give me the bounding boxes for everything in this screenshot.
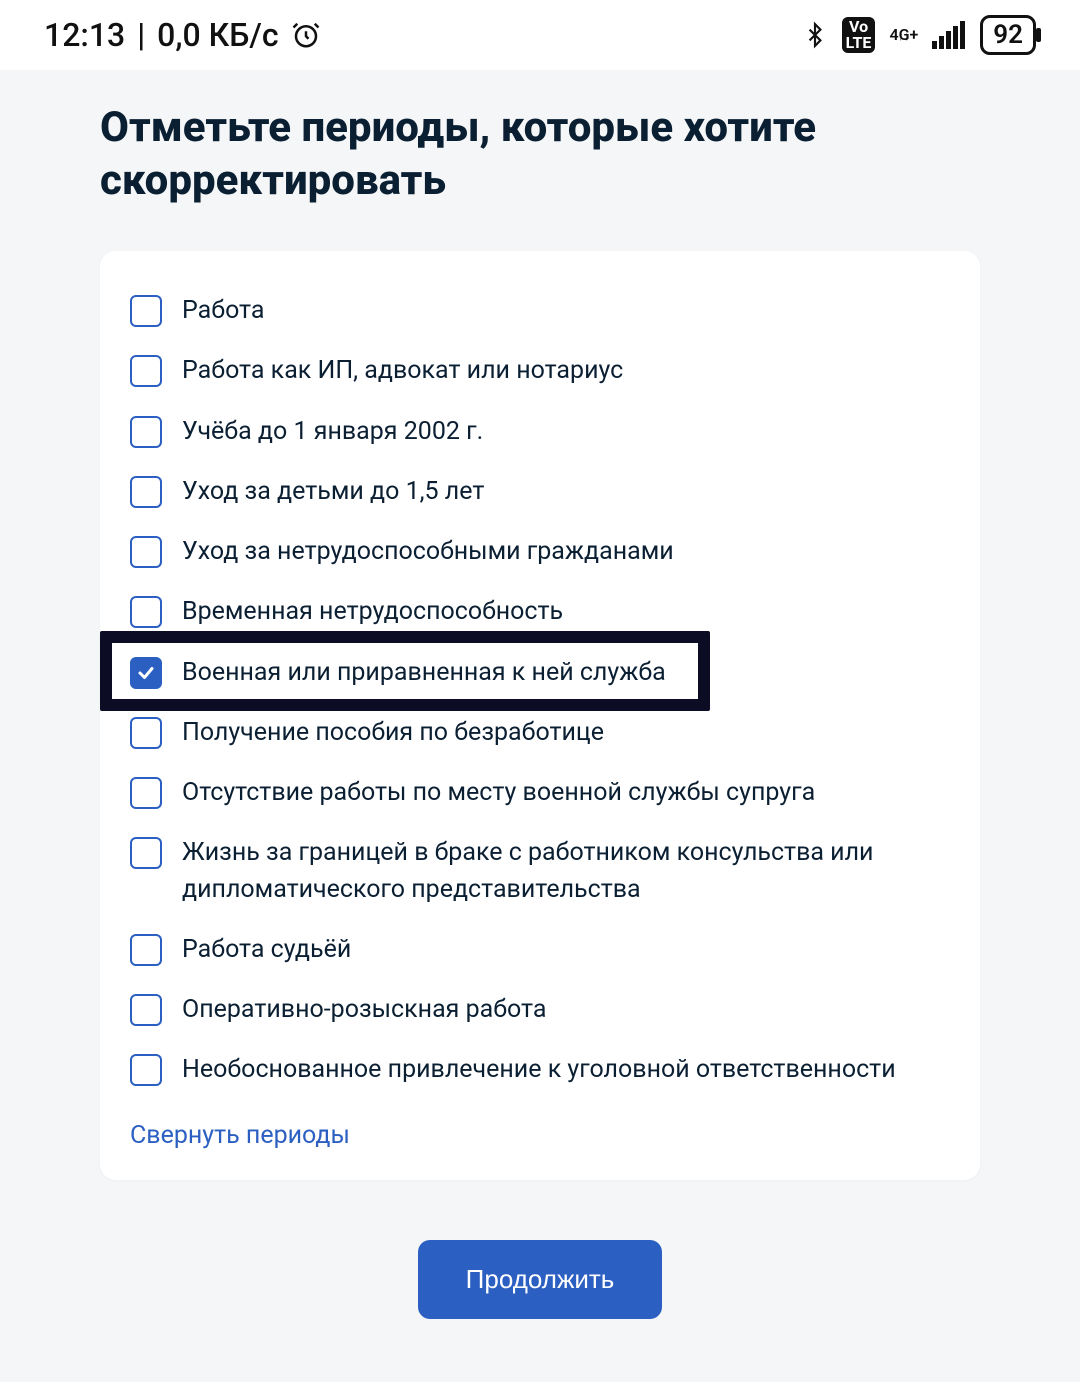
checkbox[interactable]: [130, 596, 162, 628]
statusbar-data-rate: 0,0 КБ/с: [157, 16, 278, 54]
option-row[interactable]: Уход за детьми до 1,5 лет: [130, 462, 950, 522]
statusbar: 12:13 | 0,0 КБ/с VoLTE 4G+ ↑↓: [0, 0, 1080, 70]
option-label: Уход за нетрудоспособными гражданами: [182, 534, 674, 570]
option-row[interactable]: Временная нетрудоспособность: [130, 582, 950, 642]
checkbox[interactable]: [130, 934, 162, 966]
option-label: Отсутствие работы по месту военной служб…: [182, 775, 815, 811]
option-label: Работа: [182, 293, 264, 329]
statusbar-left: 12:13 | 0,0 КБ/с: [44, 16, 321, 54]
option-label: Учёба до 1 января 2002 г.: [182, 414, 483, 450]
option-row[interactable]: Уход за нетрудоспособными гражданами: [130, 522, 950, 582]
checkbox[interactable]: [130, 717, 162, 749]
volte-icon: VoLTE: [842, 17, 876, 53]
option-row[interactable]: Учёба до 1 января 2002 г.: [130, 402, 950, 462]
checkbox[interactable]: [130, 994, 162, 1026]
option-row[interactable]: Жизнь за границей в браке с работником к…: [130, 823, 950, 920]
continue-wrap: Продолжить: [100, 1240, 980, 1319]
network-type: 4G+ ↑↓: [889, 27, 918, 43]
option-row[interactable]: Работа судьёй: [130, 920, 950, 980]
statusbar-right: VoLTE 4G+ ↑↓ 92: [802, 15, 1036, 55]
option-label: Работа как ИП, адвокат или нотариус: [182, 353, 623, 389]
alarm-icon: [291, 20, 321, 50]
checkbox[interactable]: [130, 657, 162, 689]
option-row[interactable]: Отсутствие работы по месту военной служб…: [130, 763, 950, 823]
option-row[interactable]: Работа: [130, 281, 950, 341]
updown-arrows-icon: ↑↓: [898, 29, 910, 43]
signal-bars-icon: [932, 21, 966, 49]
option-label: Уход за детьми до 1,5 лет: [182, 474, 484, 510]
page-title: Отметьте периоды, которые хотите скоррек…: [100, 102, 980, 207]
option-row[interactable]: Получение пособия по безработице: [130, 703, 950, 763]
option-label: Жизнь за границей в браке с работником к…: [182, 835, 950, 908]
checkbox[interactable]: [130, 1054, 162, 1086]
checkbox[interactable]: [130, 777, 162, 809]
option-label: Получение пособия по безработице: [182, 715, 604, 751]
checkbox[interactable]: [130, 295, 162, 327]
checkbox[interactable]: [130, 536, 162, 568]
option-label: Работа судьёй: [182, 932, 351, 968]
battery-indicator: 92: [980, 15, 1036, 55]
option-row[interactable]: Оперативно-розыскная работа: [130, 980, 950, 1040]
page-content: Отметьте периоды, которые хотите скоррек…: [0, 70, 1080, 1379]
continue-button[interactable]: Продолжить: [418, 1240, 663, 1319]
statusbar-time: 12:13: [44, 16, 125, 54]
checkbox[interactable]: [130, 476, 162, 508]
option-row[interactable]: Необоснованное привлечение к уголовной о…: [130, 1040, 950, 1100]
option-label: Оперативно-розыскная работа: [182, 992, 546, 1028]
bluetooth-icon: [802, 20, 828, 50]
checkbox[interactable]: [130, 355, 162, 387]
option-label: Необоснованное привлечение к уголовной о…: [182, 1052, 896, 1088]
battery-percent: 92: [993, 20, 1023, 50]
checkbox[interactable]: [130, 416, 162, 448]
option-label: Временная нетрудоспособность: [182, 594, 563, 630]
checkbox[interactable]: [130, 837, 162, 869]
option-label: Военная или приравненная к ней служба: [182, 655, 666, 691]
statusbar-separator: |: [137, 16, 145, 54]
option-row[interactable]: Военная или приравненная к ней служба: [130, 643, 950, 703]
collapse-periods-link[interactable]: Свернуть периоды: [130, 1101, 350, 1150]
options-card: Работа Работа как ИП, адвокат или нотариу…: [100, 251, 980, 1180]
option-row[interactable]: Работа как ИП, адвокат или нотариус: [130, 341, 950, 401]
